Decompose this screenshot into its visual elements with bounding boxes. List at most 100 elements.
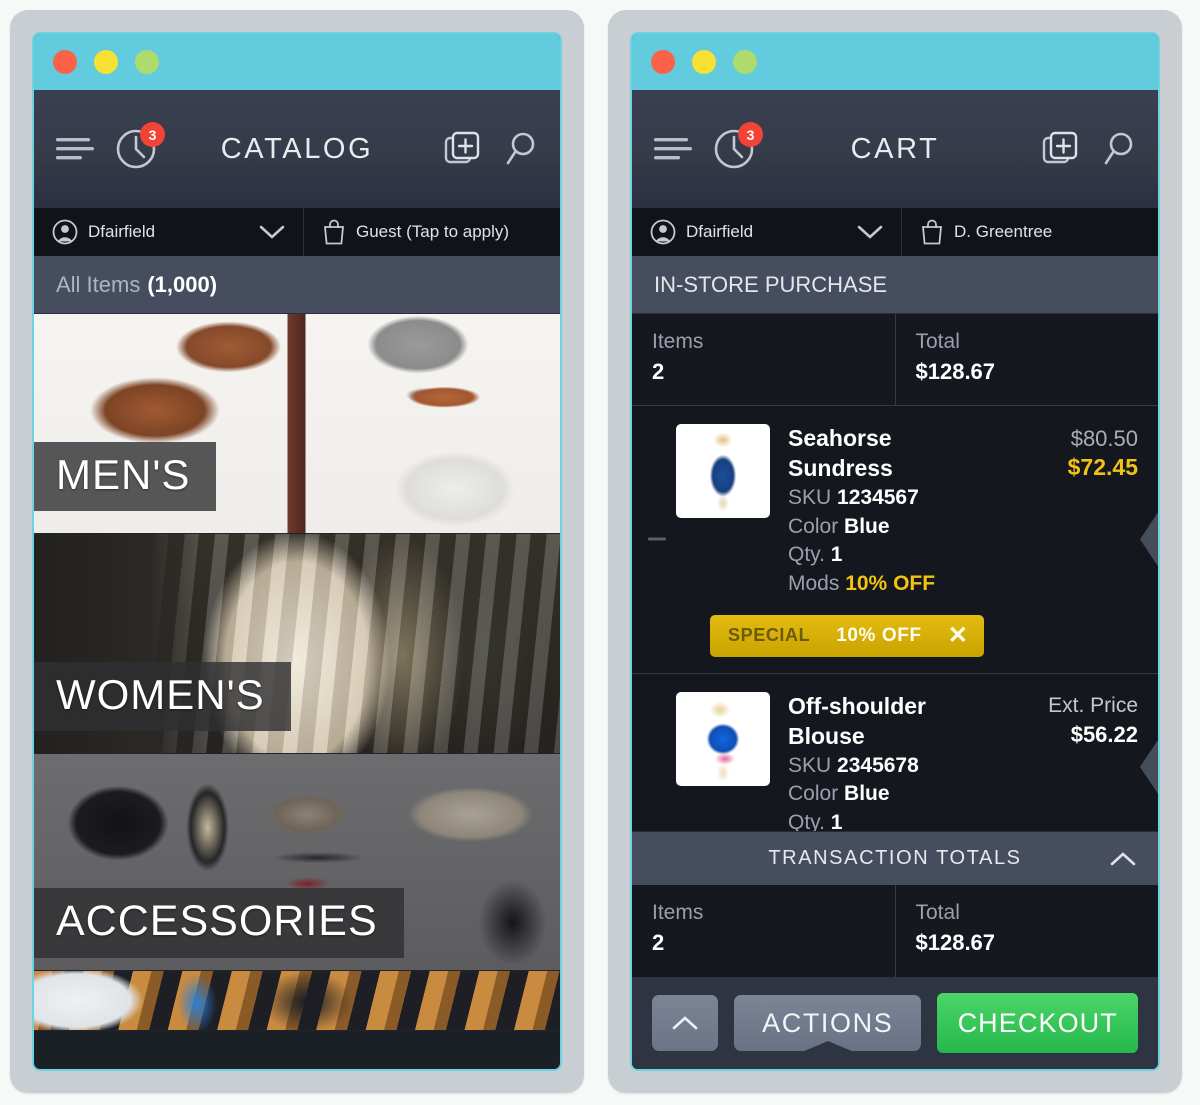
- ext-price-value: $56.22: [1070, 722, 1138, 748]
- product-sku-row: SKU 2345678: [788, 752, 992, 781]
- person-avatar-icon: [52, 219, 78, 245]
- close-window-button[interactable]: [651, 50, 675, 74]
- swipe-left-chevron-icon[interactable]: [1140, 739, 1158, 794]
- order-history-button[interactable]: 3: [114, 122, 165, 171]
- cart-device-frame: 3 CART Dfairfield D. Greentree IN-STORE …: [608, 10, 1182, 1093]
- color-value: Blue: [844, 782, 890, 806]
- promo-tag-label: SPECIAL: [728, 625, 811, 646]
- hamburger-menu-icon[interactable]: [654, 136, 692, 162]
- summary-items-value: 2: [652, 359, 665, 384]
- product-qty-row: Qty. 1: [788, 809, 992, 831]
- hamburger-menu-icon[interactable]: [56, 136, 94, 162]
- screenshot-root: 3 CATALOG Dfairfield Guest (Tap to apply…: [0, 0, 1200, 1105]
- summary-total-label: Total: [915, 330, 960, 353]
- product-qty-row: Qty. 1: [788, 541, 992, 570]
- tt-total-cell: Total $128.67: [896, 885, 1159, 977]
- category-tile-next[interactable]: [34, 971, 560, 1031]
- sku-label: SKU: [788, 753, 832, 777]
- chevron-up-icon[interactable]: [1110, 851, 1136, 867]
- cart-userbar: Dfairfield D. Greentree: [632, 208, 1158, 256]
- chevron-up-icon: [672, 1016, 698, 1030]
- customer-selector[interactable]: D. Greentree: [902, 208, 1158, 256]
- next-category-photo: [34, 971, 560, 1030]
- cart-titlebar: [632, 34, 1158, 90]
- shopping-bag-icon: [324, 219, 344, 245]
- cart-body: Items 2 Total $128.67 Seahorse Sundress …: [632, 314, 1158, 1069]
- catalog-userbar: Dfairfield Guest (Tap to apply): [34, 208, 560, 256]
- accessories-tile-label: ACCESSORIES: [34, 888, 404, 958]
- maximize-window-button[interactable]: [135, 50, 159, 74]
- user-selector[interactable]: Dfairfield: [632, 208, 902, 256]
- summary-total-value: $128.67: [915, 359, 996, 384]
- summary-total-cell: Total $128.67: [896, 314, 1159, 405]
- qty-value: 1: [830, 811, 843, 831]
- all-items-count: (1,000): [147, 271, 218, 297]
- cart-toolbar: 3 CART: [632, 90, 1158, 208]
- close-icon[interactable]: ✕: [948, 623, 968, 648]
- customer-name-label: D. Greentree: [954, 222, 1053, 241]
- catalog-titlebar: [34, 34, 560, 90]
- checkout-button[interactable]: CHECKOUT: [937, 993, 1138, 1053]
- transaction-type-strip[interactable]: IN-STORE PURCHASE: [632, 256, 1158, 314]
- swipe-left-chevron-icon[interactable]: [1140, 512, 1158, 567]
- minimize-window-button[interactable]: [692, 50, 716, 74]
- category-tile-mens[interactable]: MEN'S: [34, 314, 560, 534]
- shopping-bag-icon: [922, 219, 942, 245]
- close-window-button[interactable]: [53, 50, 77, 74]
- cart-line-item[interactable]: Seahorse Sundress SKU 1234567 Color Blue: [632, 406, 1158, 674]
- cart-toolbar-right: [1042, 130, 1136, 168]
- history-count-badge: 3: [738, 122, 763, 147]
- tt-total-value: $128.67: [915, 930, 996, 955]
- sku-value: 1234567: [837, 485, 919, 509]
- qty-label: Qty.: [788, 811, 825, 831]
- search-icon[interactable]: [504, 131, 538, 167]
- user-selector[interactable]: Dfairfield: [34, 208, 304, 256]
- transaction-totals-row: Items 2 Total $128.67: [632, 885, 1158, 977]
- product-mods-row: Mods 10% OFF: [788, 570, 992, 599]
- color-label: Color: [788, 514, 839, 538]
- cart-line-item[interactable]: Off-shoulder Blouse SKU 2345678 Color Bl…: [632, 673, 1158, 831]
- expand-drawer-button[interactable]: [652, 995, 718, 1051]
- catalog-toolbar-right: [444, 130, 538, 168]
- maximize-window-button[interactable]: [733, 50, 757, 74]
- all-items-strip[interactable]: All Items (1,000): [34, 256, 560, 314]
- catalog-device-frame: 3 CATALOG Dfairfield Guest (Tap to apply…: [10, 10, 584, 1093]
- user-name-label: Dfairfield: [686, 222, 754, 241]
- color-value: Blue: [844, 514, 890, 538]
- tt-items-value: 2: [652, 930, 665, 955]
- ext-price-label: Ext. Price: [1048, 693, 1138, 717]
- add-copy-icon[interactable]: [444, 130, 482, 168]
- catalog-screen: 3 CATALOG Dfairfield Guest (Tap to apply…: [32, 32, 562, 1071]
- category-tile-accessories[interactable]: ACCESSORIES: [34, 754, 560, 971]
- tt-total-label: Total: [915, 901, 960, 924]
- product-thumbnail[interactable]: [676, 691, 770, 786]
- category-tile-womens[interactable]: WOMEN'S: [34, 534, 560, 754]
- transaction-totals-title: TRANSACTION TOTALS: [768, 847, 1022, 869]
- add-copy-icon[interactable]: [1042, 130, 1080, 168]
- qty-label: Qty.: [788, 543, 825, 567]
- order-history-button[interactable]: 3: [712, 122, 763, 171]
- chevron-down-icon: [259, 225, 285, 239]
- customer-selector[interactable]: Guest (Tap to apply): [304, 208, 560, 256]
- product-sku-row: SKU 1234567: [788, 484, 992, 513]
- minimize-window-button[interactable]: [94, 50, 118, 74]
- color-label: Color: [788, 782, 839, 806]
- actions-button[interactable]: ACTIONS: [734, 995, 922, 1051]
- mens-tile-label: MEN'S: [34, 442, 217, 511]
- cart-item-list: Seahorse Sundress SKU 1234567 Color Blue: [632, 406, 1158, 831]
- remove-item-icon[interactable]: [648, 537, 666, 541]
- search-icon[interactable]: [1102, 131, 1136, 167]
- catalog-toolbar-left: 3: [56, 122, 165, 171]
- mods-label: Mods: [788, 572, 840, 596]
- cart-line-item-prices: Ext. Price $56.22: [1010, 692, 1138, 831]
- product-color-row: Color Blue: [788, 780, 992, 809]
- promo-badge[interactable]: SPECIAL 10% OFF ✕: [710, 614, 984, 657]
- tt-items-cell: Items 2: [632, 885, 896, 977]
- product-thumbnail[interactable]: [676, 424, 770, 518]
- transaction-totals-header[interactable]: TRANSACTION TOTALS: [632, 831, 1158, 885]
- cart-line-item-prices: $80.50 $72.45: [1010, 424, 1138, 599]
- catalog-tile-list: MEN'S WOMEN'S ACCESSORIES: [34, 314, 560, 1069]
- product-name: Seahorse Sundress: [788, 425, 893, 481]
- cart-line-item-main: Seahorse Sundress SKU 1234567 Color Blue: [676, 424, 1138, 599]
- summary-items-cell: Items 2: [632, 314, 896, 405]
